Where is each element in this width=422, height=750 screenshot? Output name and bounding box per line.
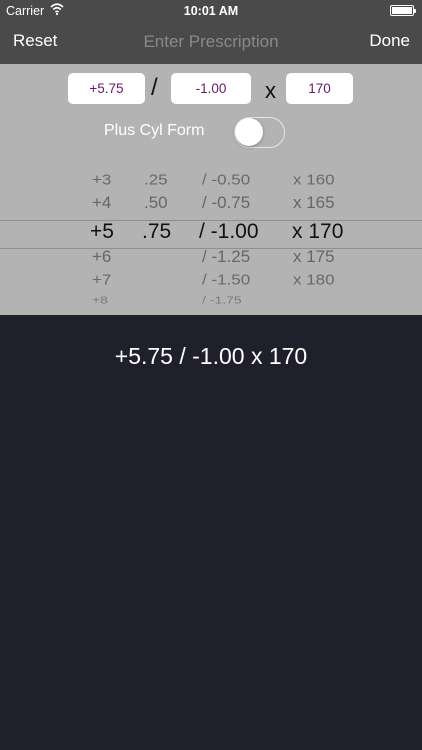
picker-sphere-whole: +7 [92, 271, 112, 289]
sphere-field[interactable] [68, 73, 145, 104]
prescription-picker[interactable]: +2 .00 / -0.25 x 155 +3 .25 / -0.50 x 160 +4 .50 /… [0, 160, 422, 315]
toggle-knob [235, 118, 263, 146]
prescription-panel: / x Plus Cyl Form +2 .00 / -0.25 x 155 +3 .25… [0, 64, 422, 315]
plus-cyl-label: Plus Cyl Form [104, 122, 205, 139]
picker-sphere-fraction: .25 [144, 171, 168, 189]
picker-sphere-whole: +4 [92, 193, 112, 212]
picker-row[interactable]: +5 .75 / -1.00 x 170 [0, 220, 422, 244]
picker-axis: x 170 [292, 220, 344, 243]
picker-cylinder: / -1.75 [202, 294, 242, 306]
picker-cylinder: / -1.50 [202, 271, 251, 289]
picker-cylinder: / -1.25 [202, 247, 251, 266]
picker-axis: x 180 [293, 271, 335, 289]
done-button[interactable]: Done [369, 31, 410, 51]
picker-row[interactable]: +3 .25 / -0.50 x 160 [0, 171, 422, 192]
navigation-bar: Reset Enter Prescription Done [0, 22, 422, 64]
picker-sphere-whole: +8 [92, 294, 108, 306]
picker-sphere-whole: +3 [92, 171, 112, 189]
plus-cyl-toggle[interactable] [234, 117, 285, 148]
cylinder-field[interactable] [171, 73, 251, 104]
prescription-result: +5.75 / -1.00 x 170 [114, 343, 308, 369]
picker-cylinder: / -1.00 [199, 220, 259, 243]
slash-separator: / [151, 74, 158, 101]
axis-field[interactable] [286, 73, 353, 104]
page-title: Enter Prescription [143, 32, 279, 51]
picker-sphere-whole: +2 [92, 160, 108, 162]
axis-separator: x [265, 78, 276, 103]
picker-sphere-whole: +5 [90, 220, 114, 243]
battery-icon [390, 5, 416, 16]
status-bar: Carrier 10:01 AM [0, 0, 422, 22]
picker-sphere-fraction: .00 [144, 160, 163, 162]
picker-sphere-fraction: .75 [142, 220, 172, 243]
picker-axis: x 160 [293, 171, 335, 189]
picker-row[interactable]: +6 / -1.25 x 175 [0, 247, 422, 270]
picker-cylinder: / -0.75 [202, 193, 251, 212]
picker-sphere-whole: +6 [92, 247, 112, 266]
picker-cylinder: / -0.50 [202, 171, 251, 189]
picker-axis: x 165 [293, 193, 335, 212]
picker-row[interactable]: +2 .00 / -0.25 x 155 [0, 160, 422, 167]
picker-row[interactable]: +8 / -1.75 [0, 295, 422, 312]
picker-row[interactable]: +4 .50 / -0.75 x 165 [0, 193, 422, 216]
picker-axis: x 175 [293, 247, 335, 266]
picker-cylinder: / -0.25 [202, 160, 242, 162]
picker-row[interactable]: +7 / -1.50 x 180 [0, 271, 422, 292]
picker-sphere-fraction: .50 [144, 193, 168, 212]
clock: 10:01 AM [183, 4, 239, 18]
picker-axis: x 155 [293, 160, 327, 162]
